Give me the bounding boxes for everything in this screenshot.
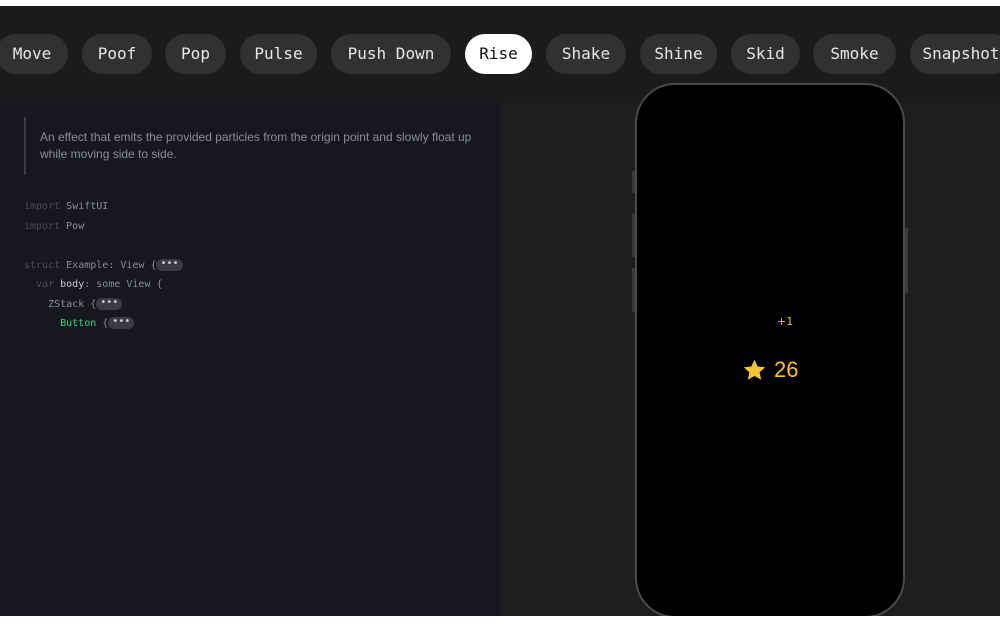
phone-mute-switch: [632, 171, 635, 193]
keyword-import: import: [24, 220, 61, 232]
struct-name: Example: [66, 259, 109, 271]
phone-volume-up: [632, 213, 635, 257]
code-snippet: import SwiftUI import Pow struct Example…: [24, 197, 183, 334]
property-name: body: [60, 279, 85, 290]
keyword-struct: struct: [24, 259, 61, 271]
preview-panel: +1 26: [500, 83, 1000, 616]
code-fold-toggle[interactable]: •••: [96, 297, 123, 310]
zstack-line: ZStack {: [48, 298, 97, 310]
code-panel: An effect that emits the provided partic…: [0, 103, 500, 616]
doc-quote-bar: [24, 117, 26, 175]
struct-conformance: : View {: [108, 259, 157, 271]
chip-push-down[interactable]: Push Down: [331, 34, 451, 74]
phone-power-button: [905, 228, 908, 293]
chip-shake[interactable]: Shake: [546, 34, 626, 74]
chip-move[interactable]: Move: [0, 34, 68, 74]
star-count: 26: [774, 357, 799, 382]
chip-snapshot[interactable]: Snapshot: [910, 34, 1000, 74]
rise-particle: +1: [777, 315, 794, 328]
keyword-var: var: [36, 279, 55, 290]
chip-pop[interactable]: Pop: [165, 34, 226, 74]
chip-poof[interactable]: Poof: [82, 34, 152, 74]
button-brace: {: [96, 318, 109, 329]
import-module: SwiftUI: [66, 201, 109, 212]
chip-rise[interactable]: Rise: [465, 34, 532, 74]
keyword-import: import: [24, 201, 61, 212]
star-icon: [743, 359, 766, 380]
button-type: Button: [60, 318, 97, 329]
app-window: Move Poof Pop Pulse Push Down Rise Shake…: [0, 6, 1000, 616]
chip-pulse[interactable]: Pulse: [240, 34, 317, 74]
phone-frame: +1 26: [635, 83, 905, 616]
type-view: View {: [126, 279, 163, 290]
star-counter-button[interactable]: 26: [742, 355, 798, 385]
code-fold-toggle[interactable]: •••: [108, 317, 135, 329]
bottom-margin: [0, 616, 1000, 625]
chip-skid[interactable]: Skid: [731, 34, 800, 74]
effect-description: An effect that emits the provided partic…: [40, 130, 472, 161]
keyword-some: : some: [84, 279, 121, 290]
chip-smoke[interactable]: Smoke: [813, 34, 896, 74]
chip-shine[interactable]: Shine: [640, 34, 717, 74]
import-module: Pow: [66, 220, 85, 232]
code-fold-toggle[interactable]: •••: [156, 258, 183, 271]
phone-volume-down: [632, 268, 635, 312]
